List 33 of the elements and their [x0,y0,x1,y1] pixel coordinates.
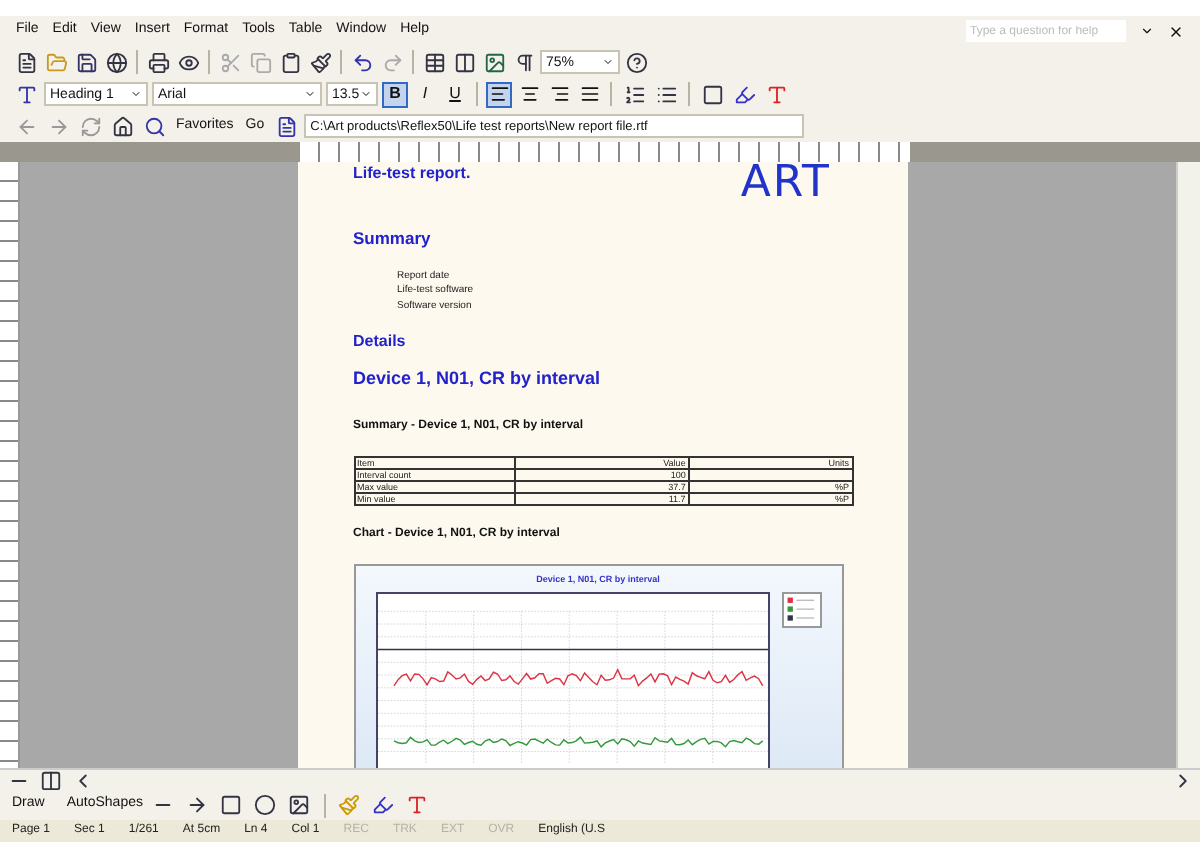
align-button[interactable] [486,81,512,107]
details-heading: Details [353,330,408,355]
border-icon[interactable] [698,80,726,108]
table-icon[interactable] [420,48,448,76]
help-icon[interactable] [622,48,650,76]
align-button[interactable] [546,81,572,107]
oval-icon[interactable] [251,791,279,819]
align-button[interactable] [576,81,602,107]
rectangle-icon[interactable] [217,791,245,819]
logo: ART [740,162,831,206]
fill-color-icon[interactable] [335,791,363,819]
paintbrush-icon[interactable] [306,48,334,76]
format-button[interactable]: I [412,81,438,107]
save-icon[interactable] [72,48,100,76]
globe-icon[interactable] [102,48,130,76]
device-heading: Device 1, N01, CR by interval [353,366,603,393]
image-icon[interactable] [480,48,508,76]
font-color-icon[interactable] [403,791,431,819]
view-icon[interactable] [36,766,64,794]
dropdown-icon[interactable] [1140,24,1154,38]
align-button[interactable] [516,81,542,107]
printer-icon[interactable] [144,48,172,76]
image-icon[interactable] [285,791,313,819]
close-icon[interactable] [1168,23,1184,39]
columns-icon[interactable] [450,48,478,76]
line-color-icon[interactable] [369,791,397,819]
search-icon[interactable] [140,112,168,140]
report-title: Life-test report. [353,162,471,186]
home-icon[interactable] [108,112,136,140]
summary-heading: Summary [353,226,433,252]
format-button[interactable]: U [442,81,468,107]
chart-legend [781,591,821,627]
format-button[interactable]: B [382,81,408,107]
